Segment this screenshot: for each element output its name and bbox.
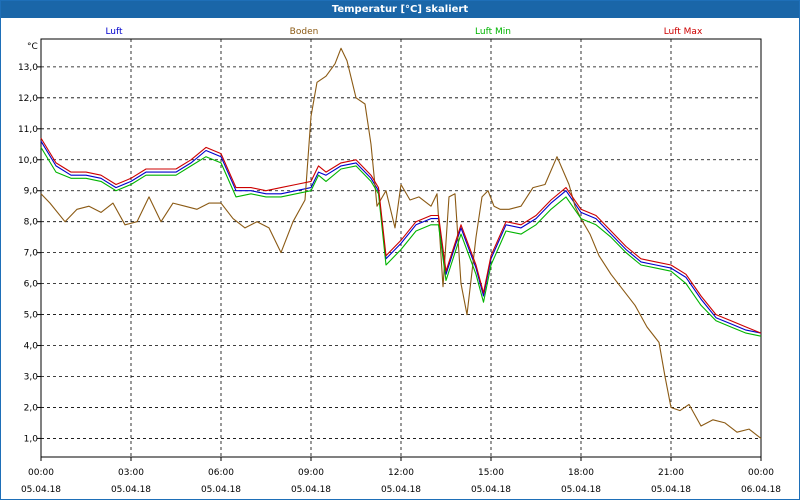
x-tick-time: 21:00 (658, 468, 684, 478)
x-tick-time: 12:00 (388, 468, 414, 478)
y-tick-label: 1,0 (24, 434, 39, 444)
y-tick-label: 9,0 (24, 187, 39, 197)
legend-entry-luft-max: Luft Max (664, 27, 703, 37)
y-tick-label: 12,0 (18, 94, 38, 104)
y-tick-label: 7,0 (24, 249, 39, 259)
x-tick-date: 05.04.18 (651, 485, 691, 495)
y-tick-label: 2,0 (24, 403, 39, 413)
x-tick-date: 05.04.18 (471, 485, 511, 495)
x-tick-time: 06:00 (208, 468, 234, 478)
y-tick-label: 13,0 (18, 63, 38, 73)
y-tick-label: 10,0 (18, 156, 38, 166)
x-tick-time: 00:00 (28, 468, 54, 478)
x-tick-date: 05.04.18 (21, 485, 61, 495)
y-tick-label: 4,0 (24, 342, 39, 352)
x-tick-time: 15:00 (478, 468, 504, 478)
y-tick-label: 5,0 (24, 311, 39, 321)
y-tick-label: 6,0 (24, 280, 39, 290)
x-tick-date: 05.04.18 (111, 485, 151, 495)
x-tick-date: 06.04.18 (741, 485, 781, 495)
x-tick-date: 05.04.18 (381, 485, 421, 495)
x-tick-date: 05.04.18 (561, 485, 601, 495)
temperature-chart: 1,0 2,0 3,0 4,0 5,0 6,0 7,0 8,0 9,0 10,0 11,0 12,0 1… (18, 27, 781, 495)
x-tick-time: 18:00 (568, 468, 594, 478)
legend-entry-luft-min: Luft Min (475, 27, 511, 37)
y-tick-label: 8,0 (24, 218, 39, 228)
legend-entry-luft: Luft (105, 27, 123, 37)
x-tick-date: 05.04.18 (201, 485, 241, 495)
y-tick-label: 11,0 (18, 125, 38, 135)
x-tick-date: 05.04.18 (291, 485, 331, 495)
x-tick-time: 00:00 (748, 468, 774, 478)
chart-window: Temperatur [°C] skaliert 1,0 2,0 3,0 4,0 5,0… (0, 0, 800, 500)
legend-entry-boden: Boden (290, 27, 319, 37)
x-tick-time: 09:00 (298, 468, 324, 478)
x-tick-time: 03:00 (118, 468, 144, 478)
y-tick-label: 3,0 (24, 372, 39, 382)
y-axis-label: °C (27, 42, 38, 52)
